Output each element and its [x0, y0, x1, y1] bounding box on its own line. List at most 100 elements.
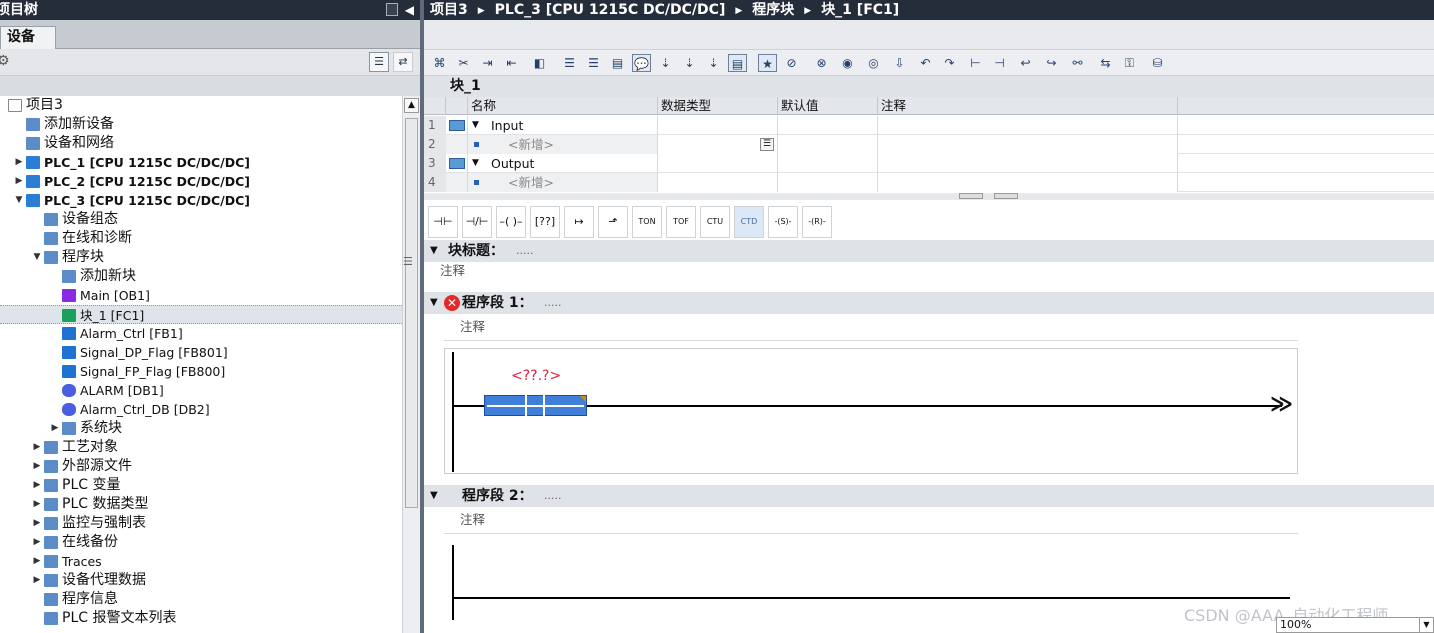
tree-item-plc1[interactable]: ▶ PLC_1 [CPU 1215C DC/DC/DC]: [0, 153, 402, 172]
delete-network-icon[interactable]: ✂: [454, 54, 473, 72]
interface-splitter[interactable]: [424, 193, 1434, 200]
pin-icon[interactable]: [386, 3, 398, 16]
tree-item-block1-fc1[interactable]: 块_1 [FC1]: [0, 305, 402, 324]
expand-icon[interactable]: ▶: [14, 172, 24, 191]
expand-icon[interactable]: ▶: [32, 438, 42, 457]
insert-row-icon[interactable]: ⇥: [478, 54, 497, 72]
branch-open-icon[interactable]: ⊢: [966, 54, 985, 72]
tree-item-online-backups[interactable]: ▶ 在线备份: [0, 533, 402, 552]
expand-icon[interactable]: ▶: [32, 476, 42, 495]
tree-item-add-device[interactable]: 添加新设备: [0, 115, 402, 134]
display-icon[interactable]: ⇣: [680, 54, 699, 72]
expand-down-icon[interactable]: [994, 193, 1018, 199]
collapse-icon[interactable]: ▼: [430, 485, 438, 507]
tree-item-add-block[interactable]: 添加新块: [0, 267, 402, 286]
collapse-pane-icon[interactable]: ◀: [405, 0, 414, 20]
collapse-icon[interactable]: ▼: [430, 240, 438, 262]
tree-item-signal-fp-flag[interactable]: Signal_FP_Flag [FB800]: [0, 362, 402, 381]
expand-icon[interactable]: ▶: [14, 153, 24, 172]
expanded-icon[interactable]: ▼: [472, 116, 479, 135]
expand-icon[interactable]: ▶: [32, 571, 42, 590]
network-1-header[interactable]: ▼ ✕ 程序段 1： .....: [424, 292, 1434, 314]
tree-item-alarm-db1[interactable]: ALARM [DB1]: [0, 381, 402, 400]
go-to-error-icon[interactable]: ⊘: [782, 54, 801, 72]
splitter-grip-icon[interactable]: ☰: [403, 255, 413, 268]
tree-item-alarm-ctrl-db2[interactable]: Alarm_Ctrl_DB [DB2]: [0, 400, 402, 419]
tree-item-system-blocks[interactable]: ▶ 系统块: [0, 419, 402, 438]
comment-icon[interactable]: 💬: [632, 54, 651, 72]
add-new-placeholder[interactable]: <新增>: [508, 173, 554, 192]
tree-item-main-ob1[interactable]: Main [OB1]: [0, 286, 402, 305]
reset-icon[interactable]: ◧: [530, 54, 549, 72]
col-header-name[interactable]: 名称: [468, 97, 658, 115]
ctd-counter-icon[interactable]: CTD: [734, 206, 764, 238]
tree-item-traces[interactable]: ▶ Traces: [0, 552, 402, 571]
tree-item-device-config[interactable]: 设备组态: [0, 210, 402, 229]
datatype-picker-icon[interactable]: ☰: [760, 138, 774, 151]
expanded-icon[interactable]: ▼: [32, 248, 42, 267]
tree-item-plc2[interactable]: ▶ PLC_2 [CPU 1215C DC/DC/DC]: [0, 172, 402, 191]
breadcrumb-item[interactable]: 块_1 [FC1]: [821, 2, 899, 18]
tree-item-project3[interactable]: 项目3: [0, 96, 402, 115]
absolute-address-icon[interactable]: ⇣: [656, 54, 675, 72]
tree-item-alarm-ctrl-fb1[interactable]: Alarm_Ctrl [FB1]: [0, 324, 402, 343]
zoom-select[interactable]: 100% ▼: [1276, 617, 1434, 633]
nc-contact-icon[interactable]: ⊣/⊢: [462, 206, 492, 238]
expand-icon[interactable]: ▶: [32, 495, 42, 514]
tab-devices[interactable]: 设备: [0, 26, 56, 49]
expand-icon[interactable]: ▶: [32, 552, 42, 571]
tof-timer-icon[interactable]: TOF: [666, 206, 696, 238]
collapse-icon[interactable]: ▼: [430, 292, 438, 314]
set-coil-icon[interactable]: -(S)-: [768, 206, 798, 238]
tree-item-program-info[interactable]: 程序信息: [0, 590, 402, 609]
close-branch-icon[interactable]: ⬏: [598, 206, 628, 238]
tree-item-device-proxy-data[interactable]: ▶ 设备代理数据: [0, 571, 402, 590]
scrollbar-thumb[interactable]: [405, 118, 418, 508]
col-header-datatype[interactable]: 数据类型: [658, 97, 778, 115]
db-icon[interactable]: ⛁: [1148, 54, 1167, 72]
jump-icon[interactable]: ↩: [1016, 54, 1035, 72]
expand-up-icon[interactable]: [959, 193, 983, 199]
tree-item-devices-networks[interactable]: 设备和网络: [0, 134, 402, 153]
project-icon[interactable]: ⚿: [1120, 54, 1139, 72]
expand-icon[interactable]: ▶: [32, 457, 42, 476]
favorites-icon[interactable]: ★: [758, 54, 777, 72]
empty-box-element[interactable]: [484, 395, 587, 418]
expanded-icon[interactable]: ▼: [14, 191, 24, 210]
error-next-icon[interactable]: ⊗: [812, 54, 831, 72]
breadcrumb-item[interactable]: 程序块: [752, 2, 794, 18]
block-comment[interactable]: 注释: [440, 262, 465, 280]
add-row-icon[interactable]: ⇤: [502, 54, 521, 72]
reset-coil-icon[interactable]: -(R)-: [802, 206, 832, 238]
ton-timer-icon[interactable]: TON: [632, 206, 662, 238]
tree-item-plc3[interactable]: ▼ PLC_3 [CPU 1215C DC/DC/DC]: [0, 191, 402, 210]
open-branch-icon[interactable]: ↦: [564, 206, 594, 238]
ctu-counter-icon[interactable]: CTU: [700, 206, 730, 238]
network-1-comment[interactable]: 注释: [460, 318, 485, 336]
insert-network-icon[interactable]: ⌘: [430, 54, 449, 72]
tree-item-online-diagnostics[interactable]: 在线和诊断: [0, 229, 402, 248]
link-icon[interactable]: ↪: [1042, 54, 1061, 72]
monitor-off-icon[interactable]: ◎: [864, 54, 883, 72]
tree-item-technology-objects[interactable]: ▶ 工艺对象: [0, 438, 402, 457]
tree-item-alarm-text-lists[interactable]: PLC 报警文本列表: [0, 609, 402, 628]
open-all-icon[interactable]: ☰: [560, 54, 579, 72]
coil-icon[interactable]: –( )–: [496, 206, 526, 238]
breadcrumb-item[interactable]: 项目3: [430, 2, 468, 18]
add-new-placeholder[interactable]: <新增>: [508, 135, 554, 154]
tree-item-signal-dp-flag[interactable]: Signal_DP_Flag [FB801]: [0, 343, 402, 362]
breadcrumb-item[interactable]: PLC_3 [CPU 1215C DC/DC/DC]: [495, 2, 726, 18]
expanded-icon[interactable]: ▼: [472, 154, 479, 173]
detail-view-icon[interactable]: ☰: [369, 52, 389, 72]
network-2-header[interactable]: ▼ 程序段 2： .....: [424, 485, 1434, 507]
tree-update-icon[interactable]: ⇄: [393, 52, 413, 72]
scroll-up-icon[interactable]: ▲: [404, 98, 419, 113]
branch-close-icon[interactable]: ⊣: [990, 54, 1009, 72]
sync-icon[interactable]: ⇆: [1096, 54, 1115, 72]
interface-row[interactable]: 4 <新增>: [424, 173, 1434, 192]
col-header-default[interactable]: 默认值: [778, 97, 878, 115]
network-2-comment[interactable]: 注释: [460, 511, 485, 529]
interface-row[interactable]: 1 ▼ Input: [424, 116, 1434, 135]
tree-scrollbar[interactable]: ▲: [402, 96, 420, 633]
block-title-header[interactable]: ▼ 块标题： .....: [424, 240, 1434, 262]
